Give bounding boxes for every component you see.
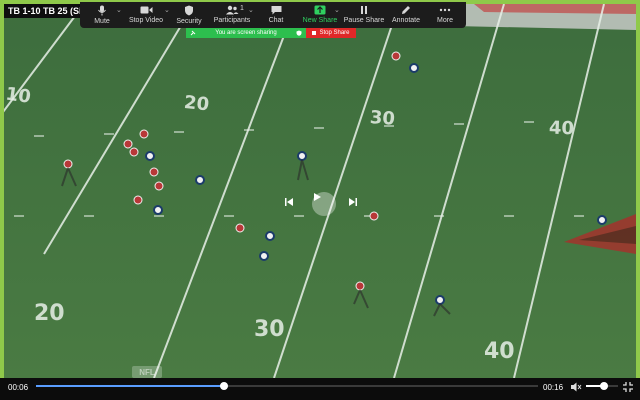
volume-handle[interactable] (599, 382, 608, 390)
pause-share-button[interactable]: Pause Share (344, 2, 384, 28)
yard-number-upper: 10 (4, 84, 32, 108)
security-label: Security (176, 18, 202, 25)
skip-forward-icon (349, 198, 357, 206)
mute-options-caret-icon[interactable]: ⌄ (116, 6, 122, 14)
stop-video-label: Stop Video (128, 17, 164, 24)
more-dots-icon (439, 8, 451, 12)
share-options-caret-icon[interactable]: ⌄ (334, 6, 340, 14)
pause-icon (361, 6, 367, 14)
skip-back-button[interactable] (284, 197, 298, 211)
video-area[interactable]: 10 20 30 40 20 30 40 NFL (4, 4, 636, 378)
mute-label: Mute (94, 18, 110, 25)
score-bug: TB 1-10 TB 25 (Sideline) (4, 4, 90, 18)
shield-icon (185, 5, 193, 16)
seek-bar-handle[interactable] (220, 382, 229, 390)
yard-number-upper: 20 (183, 92, 210, 116)
skip-back-icon (285, 198, 293, 206)
annotate-label: Annotate (391, 17, 421, 24)
stop-share-label: Stop Share (319, 30, 350, 36)
watermark-text: NFL (139, 368, 155, 377)
volume-slider[interactable] (586, 382, 618, 390)
current-time: 00:06 (8, 383, 29, 392)
share-screen-icon (314, 5, 326, 15)
mute-button[interactable]: Mute (84, 2, 120, 28)
pause-share-label: Pause Share (343, 17, 385, 24)
yard-number-lower: 20 (34, 301, 65, 326)
microphone-icon (98, 5, 106, 16)
stop-share-button[interactable]: Stop Share (306, 28, 356, 38)
share-status-text: You are screen sharing (215, 30, 277, 36)
participants-options-caret-icon[interactable]: ⌄ (248, 6, 254, 14)
new-share-label: New Share (302, 17, 338, 24)
chat-icon (271, 6, 281, 15)
football-field: 10 20 30 40 20 30 40 NFL (4, 4, 636, 378)
pin-icon[interactable] (190, 30, 196, 36)
stop-square-icon (312, 31, 317, 35)
play-icon (314, 193, 321, 201)
chat-label: Chat (268, 17, 284, 24)
video-options-caret-icon[interactable]: ⌄ (164, 6, 170, 14)
nfl-watermark: NFL (132, 366, 162, 378)
yard-number-upper: 30 (369, 107, 395, 130)
more-label: More (437, 17, 453, 24)
player-controls-bar: 00:06 00:16 (0, 378, 640, 400)
participants-count: 1 (240, 5, 244, 12)
seek-bar[interactable] (36, 382, 538, 390)
yard-number-upper: 40 (549, 117, 575, 139)
shield-icon (296, 30, 302, 36)
seek-bar-progress (36, 385, 225, 387)
participants-icon (226, 5, 239, 15)
share-status: You are screen sharing (186, 28, 306, 38)
pencil-icon (402, 6, 410, 14)
duration-time: 00:16 (543, 383, 564, 392)
annotate-button[interactable]: Annotate (390, 2, 422, 28)
play-button[interactable] (312, 192, 336, 216)
volume-mute-icon[interactable] (570, 381, 582, 393)
skip-forward-button[interactable] (348, 197, 362, 211)
player-frame: 10 20 30 40 20 30 40 NFL TB 1-10 TB 25 M… (0, 0, 640, 400)
participants-button[interactable]: Participants (212, 2, 252, 28)
yard-number-lower: 30 (254, 317, 285, 342)
video-camera-icon (140, 6, 152, 14)
more-button[interactable]: More (432, 2, 458, 28)
share-banner: You are screen sharing Stop Share (186, 28, 356, 38)
participants-label: Participants (213, 17, 251, 24)
stop-video-button[interactable]: Stop Video (126, 2, 166, 28)
meeting-toolbar: Mute ⌄ Stop Video ⌄ Security Participant… (80, 2, 466, 28)
chat-button[interactable]: Chat (262, 2, 290, 28)
security-button[interactable]: Security (174, 2, 204, 28)
yard-number-lower: 40 (484, 339, 515, 364)
exit-fullscreen-icon[interactable] (622, 381, 634, 393)
